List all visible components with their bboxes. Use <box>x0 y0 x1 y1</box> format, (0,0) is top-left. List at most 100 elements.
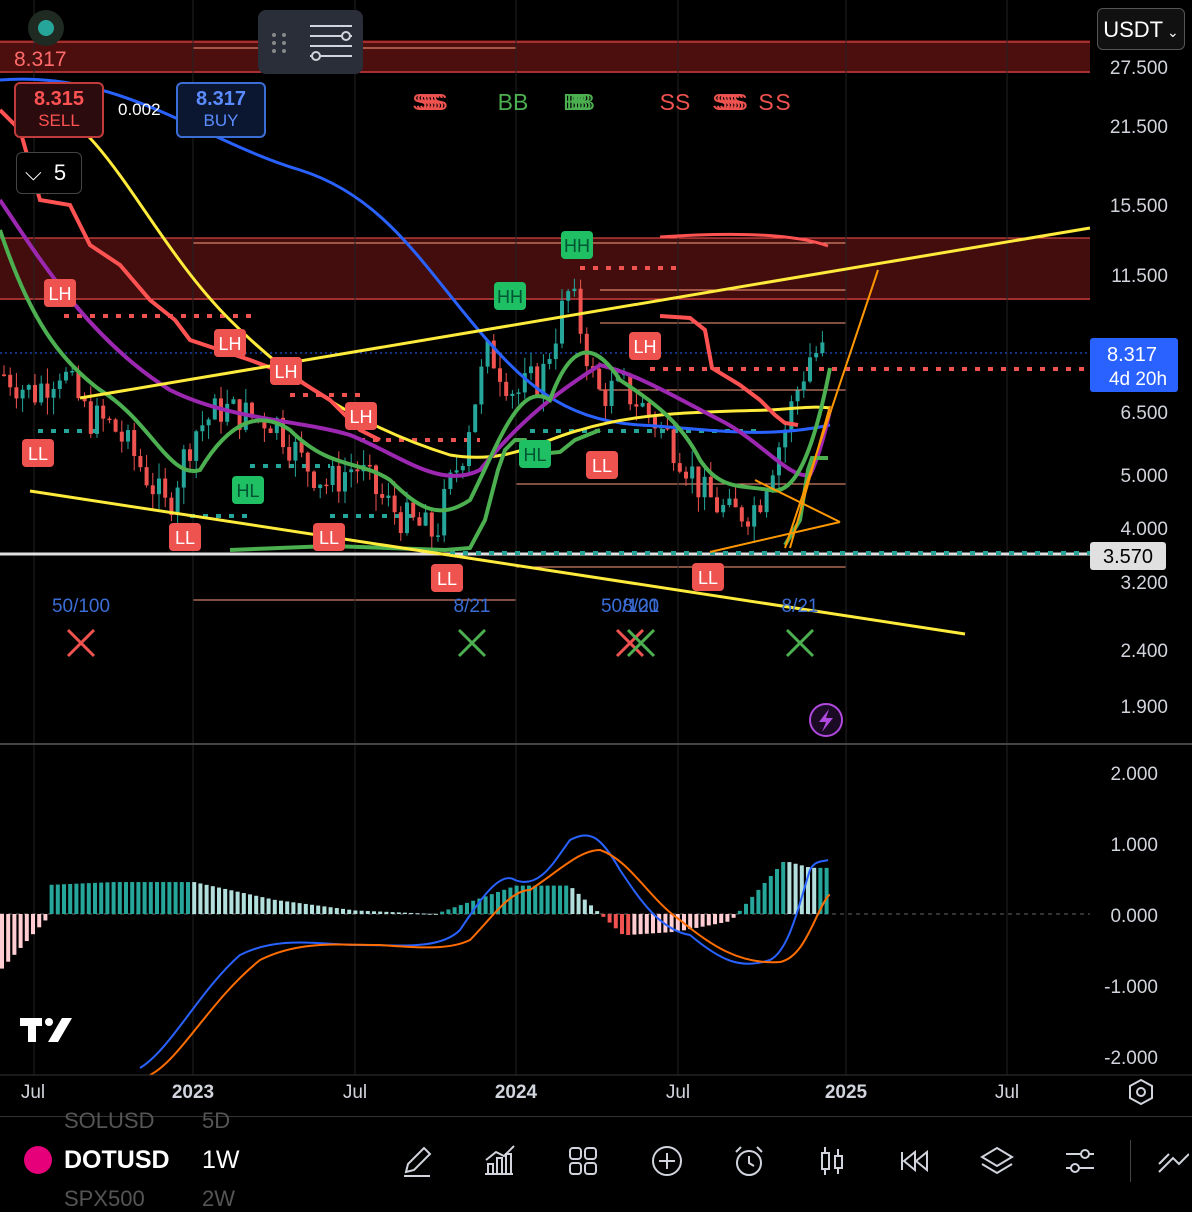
macd-bar <box>365 911 370 914</box>
macd-bar <box>86 883 91 914</box>
macd-bar <box>570 888 575 914</box>
macd-bar <box>694 914 699 928</box>
macd-bar <box>620 914 624 935</box>
time-tick-label: Jul <box>995 1082 1019 1103</box>
macd-bar <box>483 896 488 914</box>
macd-bar <box>396 912 401 914</box>
draw-pen-icon[interactable] <box>400 1144 434 1178</box>
price-tick-label: 4.000 <box>1120 519 1168 540</box>
candle-body <box>380 494 385 498</box>
structure-marker-ll: LL <box>313 523 345 551</box>
macd-bar <box>458 905 463 914</box>
more-tools-icon[interactable] <box>1155 1144 1189 1178</box>
time-tick-label: Jul <box>21 1082 45 1103</box>
candle-body <box>113 419 118 432</box>
macd-bar <box>68 883 73 914</box>
candle-body <box>479 366 484 405</box>
macd-bar <box>719 914 724 923</box>
ghost-timeframe-below: 2W <box>202 1186 235 1211</box>
macd-bar <box>266 898 271 914</box>
cross-row: 50/100 8/21 50/1008/21 8/21 <box>52 596 819 658</box>
indicators-chart-icon[interactable] <box>482 1144 516 1178</box>
sell-button[interactable]: 8.315 SELL <box>14 82 104 138</box>
structure-marker-ll: LL <box>586 451 618 479</box>
chart-settings-icon[interactable] <box>1129 1078 1153 1106</box>
currency-selector[interactable]: USDT ⌄ <box>1097 8 1185 50</box>
structure-marker-lh: LH <box>629 332 661 360</box>
indicators-collapse-button[interactable]: ⌵ 5 <box>16 152 82 194</box>
candle-body <box>795 390 800 402</box>
settings-sliders-icon[interactable] <box>1063 1144 1097 1178</box>
macd-bar <box>415 913 420 915</box>
add-plus-icon[interactable] <box>650 1144 684 1178</box>
structure-marker-hh: HH <box>494 282 526 310</box>
buy-button[interactable]: 8.317 BUY <box>176 82 266 138</box>
ghost-symbol-above: SOLUSD <box>64 1108 155 1133</box>
candle-body <box>715 497 719 513</box>
timeframe-selector[interactable]: 1W <box>202 1146 240 1175</box>
candle-body <box>584 333 589 367</box>
cross-label: 8/21 <box>454 596 491 617</box>
candle-body <box>175 487 180 516</box>
layout-grid-icon[interactable] <box>566 1144 600 1178</box>
macd-bar <box>644 914 649 934</box>
cross-label: 8/21 <box>782 596 819 617</box>
candle-body <box>200 425 205 432</box>
macd-bar <box>434 913 438 915</box>
candle-body <box>764 491 769 513</box>
price-tick-label: 2.400 <box>1120 641 1168 662</box>
candle-body <box>119 431 124 442</box>
macd-bar <box>737 910 742 914</box>
macd-bar <box>55 884 60 914</box>
candle-body <box>144 467 149 486</box>
candle-type-icon[interactable] <box>815 1144 849 1178</box>
macd-bar <box>99 882 104 914</box>
candle-body <box>572 288 577 292</box>
alarm-clock-icon[interactable] <box>732 1144 766 1178</box>
candle-body <box>312 471 316 489</box>
drawing-toolbar-handle[interactable] <box>258 10 363 74</box>
structure-marker-hl: HL <box>519 440 551 468</box>
layers-icon[interactable] <box>980 1144 1014 1178</box>
macd-bar <box>756 889 761 914</box>
price-chart[interactable]: LH LL LH LH HL LH LL LL LL HH HH HL LH LL LL SSSSSSS BB… <box>0 0 1192 1116</box>
chevron-down-icon: ⌄ <box>1163 24 1179 40</box>
candle-body <box>33 384 37 403</box>
candle-body <box>721 505 726 513</box>
last-price-top: 8.317 <box>14 48 67 71</box>
macd-bar <box>607 914 612 923</box>
signal-label: SS <box>660 89 691 115</box>
svg-text:HL: HL <box>523 445 546 465</box>
macd-bar <box>440 911 445 914</box>
tradingview-logo <box>20 1018 72 1042</box>
macd-bar <box>787 862 792 914</box>
candle-body <box>392 495 397 513</box>
price-tick-label: 6.500 <box>1120 403 1168 424</box>
replay-rewind-icon[interactable] <box>898 1144 932 1178</box>
lightning-icon[interactable] <box>809 703 843 737</box>
candle-body <box>820 342 825 354</box>
bar-countdown: 4d 20h <box>1109 369 1167 390</box>
macd-bar <box>254 895 259 914</box>
candle-body <box>95 405 99 434</box>
signal-label: BB <box>498 89 529 115</box>
candle-body <box>746 521 750 527</box>
candle-body <box>101 405 106 419</box>
macd-bar <box>341 908 345 914</box>
candle-body <box>88 401 93 434</box>
candle-body <box>646 402 651 416</box>
macd-bar <box>18 914 23 948</box>
macd-bar <box>161 882 166 914</box>
candle-body <box>107 418 112 421</box>
signal-label: SSSSSSS <box>712 89 747 115</box>
candle-body <box>26 384 31 390</box>
macd-bar <box>229 890 234 914</box>
spread-value: 0.002 <box>118 100 161 119</box>
macd-axis: 2.000 1.000 0.000 -1.000 -2.000 <box>1104 764 1158 1069</box>
candle-body <box>293 441 298 461</box>
macd-bar <box>762 882 767 914</box>
macd-bar <box>204 884 209 914</box>
symbol-selector[interactable]: DOTUSD <box>64 1146 170 1175</box>
candle-body <box>349 469 354 473</box>
structure-marker-ll: LL <box>692 563 724 591</box>
